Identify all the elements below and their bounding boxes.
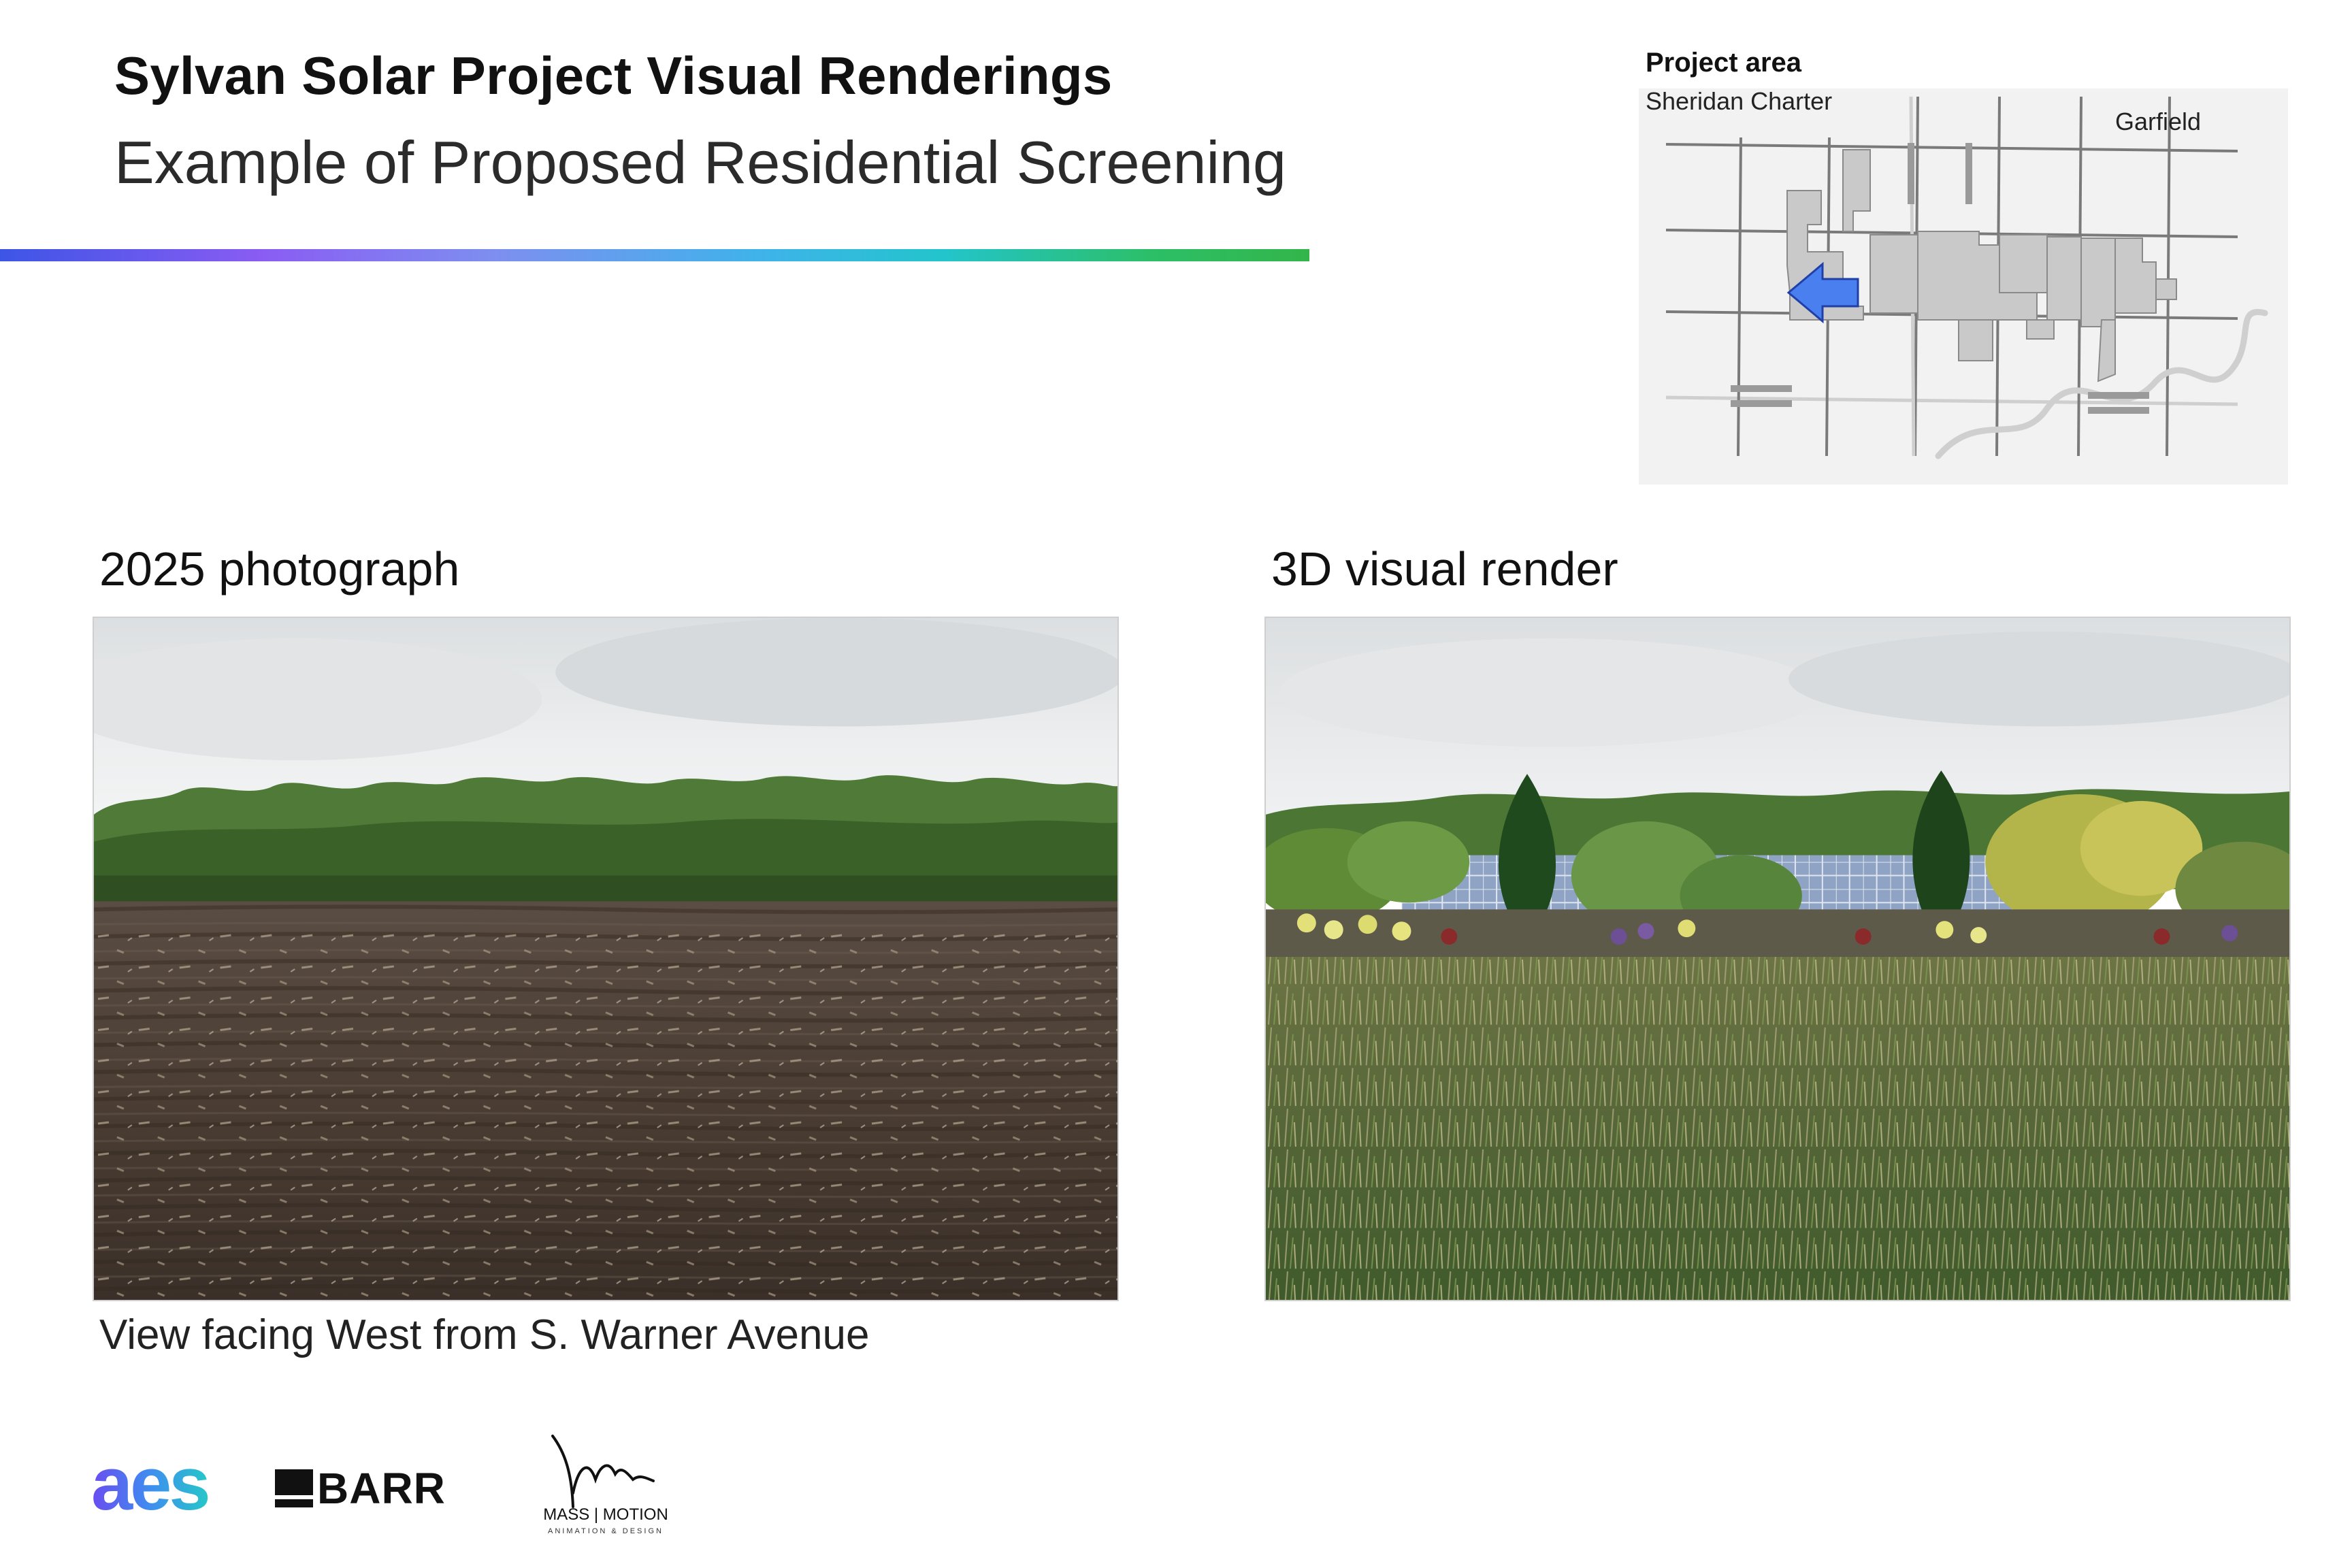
photo-heading: 2025 photograph — [99, 542, 460, 595]
barr-logo-text: BARR — [317, 1464, 446, 1513]
project-area-heading: Project area — [1646, 48, 1802, 78]
gradient-rule — [0, 249, 1309, 261]
map-label-garfield: Garfield — [2115, 108, 2202, 135]
map-graphic — [1639, 88, 2288, 485]
screening-render — [1264, 617, 2291, 1301]
render-heading: 3D visual render — [1271, 542, 1618, 595]
page-title: Sylvan Solar Project Visual Renderings — [114, 46, 1113, 105]
aes-logo: aes — [91, 1450, 211, 1524]
mass-motion-subtext: ANIMATION & DESIGN — [548, 1527, 664, 1535]
mass-motion-logo — [551, 1435, 655, 1508]
mass-motion-text: MASS | MOTION — [543, 1505, 668, 1524]
field-photograph — [93, 617, 1119, 1301]
page-subtitle: Example of Proposed Residential Screenin… — [114, 129, 1286, 196]
barr-mark-icon — [275, 1469, 313, 1507]
project-area-map — [1639, 88, 2288, 485]
map-label-sheridan: Sheridan Charter — [1646, 87, 1833, 115]
photo-caption: View facing West from S. Warner Avenue — [99, 1311, 870, 1358]
aes-logo-text: aes — [91, 1450, 208, 1524]
barr-logo: BARR — [275, 1464, 446, 1513]
